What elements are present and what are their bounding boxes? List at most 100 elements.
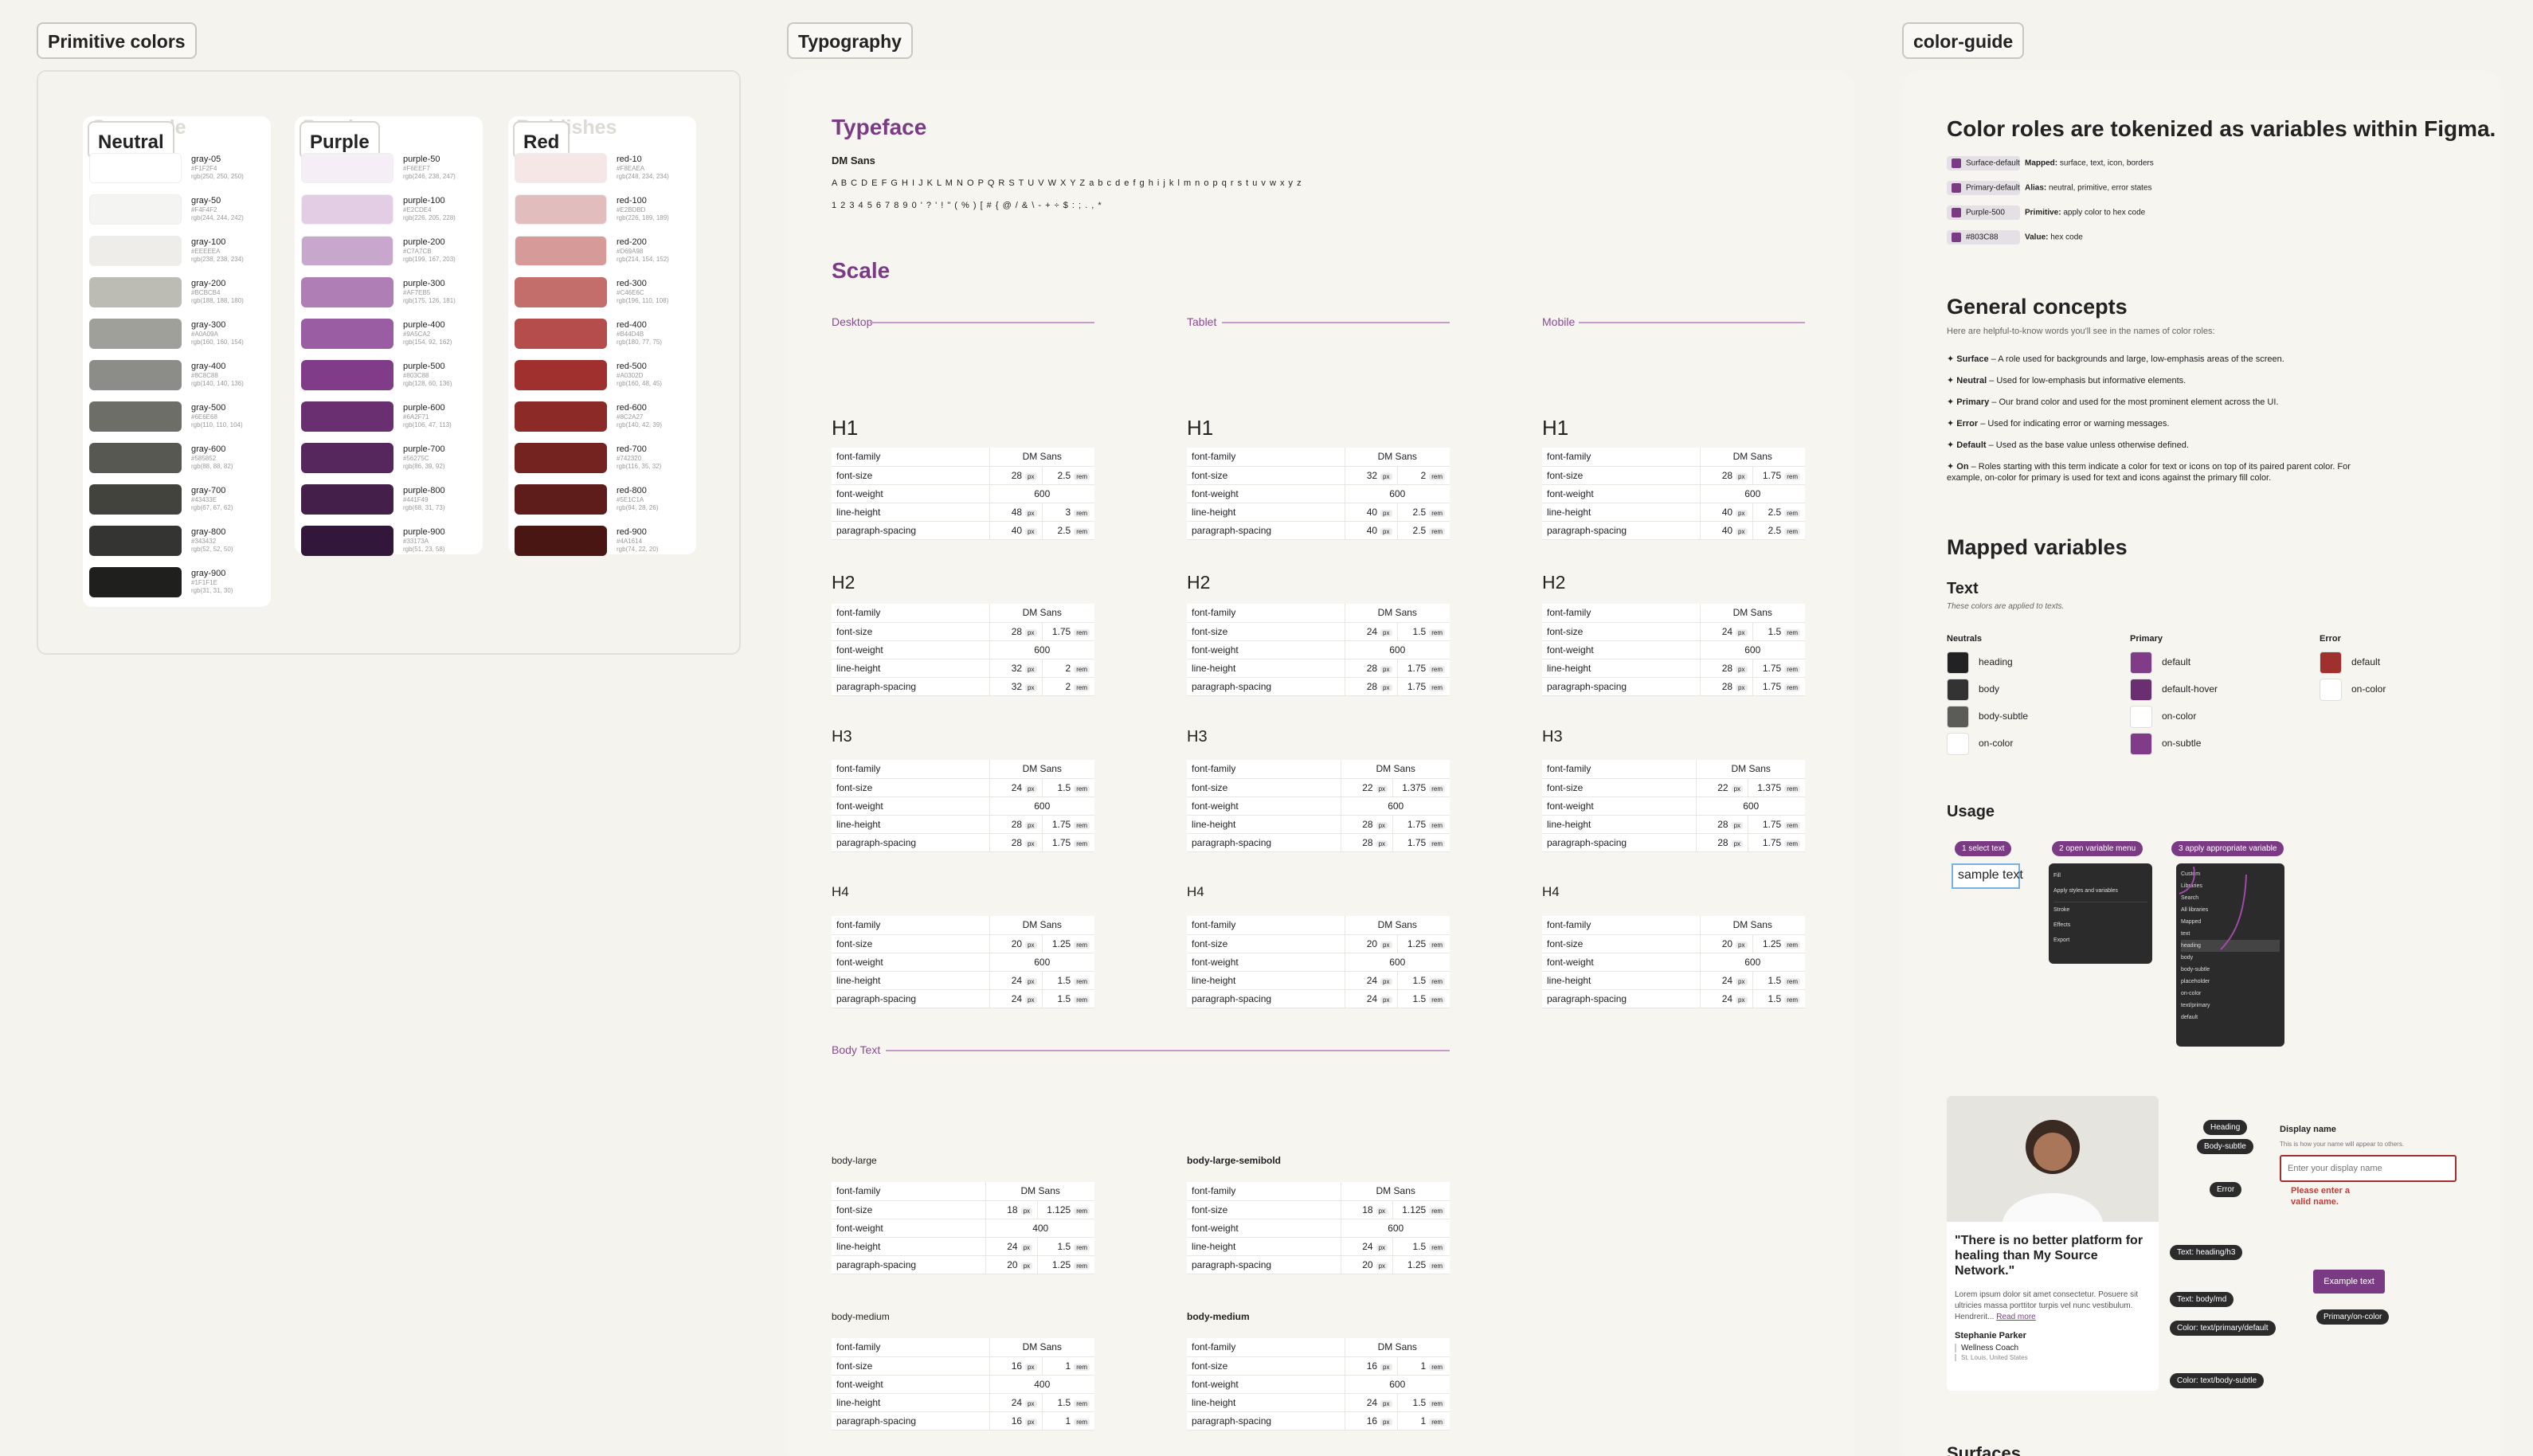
spec-px: 24 px [989, 971, 1043, 990]
unit-px: px [1376, 1243, 1388, 1251]
spec-key: font-weight [1187, 796, 1342, 816]
frame-label-color-guide[interactable]: color-guide [1902, 22, 2025, 59]
spec-rem: 1.5 rem [1397, 622, 1450, 641]
spec-value: DM Sans [985, 1182, 1094, 1201]
alphabet-sample: A B C D E F G H I J K L M N O P Q R S T … [832, 178, 1302, 188]
body-style-label: body-large [832, 1155, 877, 1166]
color-swatch[interactable] [89, 194, 182, 225]
spec-key: font-size [1187, 934, 1345, 953]
color-swatch[interactable] [89, 319, 182, 349]
variable-name: on-color [2351, 683, 2386, 695]
spec-rem: 2 rem [1397, 466, 1450, 485]
variable-name: default [2351, 656, 2381, 668]
color-swatch[interactable] [89, 443, 182, 473]
unit-rem: rem [1784, 628, 1800, 636]
frame-label-typography[interactable]: Typography [787, 22, 913, 59]
swatch-label: purple-800 #441F49 rgb(68, 31, 73) [403, 485, 445, 512]
color-swatch[interactable] [515, 236, 607, 266]
annotation-chip: Color: text/body-subtle [2170, 1373, 2265, 1388]
legend-desc: neutral, primitive, error states [2046, 183, 2152, 193]
swatch-name: gray-500 [191, 403, 226, 413]
spec-px: 40 px [1700, 521, 1753, 540]
example-button[interactable]: Example text [2313, 1270, 2385, 1294]
color-swatch[interactable] [515, 484, 607, 515]
step-2-chip: 2 open variable menu [2052, 841, 2143, 856]
color-swatch[interactable] [301, 401, 393, 432]
variable-name: heading [1979, 656, 2013, 668]
unit-px: px [1025, 628, 1037, 636]
swatch-rgb: rgb(140, 42, 39) [617, 421, 662, 429]
color-swatch[interactable] [301, 526, 393, 556]
legend-tag-text: Primary-default [1966, 183, 2020, 193]
color-swatch[interactable] [301, 236, 393, 266]
fill-menu-panel[interactable]: Fill Apply styles and variables Stroke Effe… [2049, 863, 2152, 964]
swatch-rgb: rgb(52, 52, 50) [191, 546, 233, 553]
color-swatch[interactable] [301, 360, 393, 390]
frame-label-primitive-colors[interactable]: Primitive colors [37, 22, 197, 59]
heading-level-label: H4 [832, 884, 849, 899]
menu-item[interactable]: Fill [2053, 868, 2147, 883]
unit-px: px [1736, 941, 1748, 949]
spec-px: 28 px [1700, 466, 1753, 485]
menu-item[interactable]: body-subtle [2181, 964, 2280, 976]
menu-item[interactable]: placeholder [2181, 976, 2280, 988]
color-swatch[interactable] [301, 277, 393, 307]
menu-item[interactable]: Effects [2053, 918, 2147, 933]
menu-item[interactable]: Stroke [2053, 902, 2147, 918]
sample-text-selection[interactable]: sample text [1952, 863, 2023, 889]
col-mobile-label: Mobile [1542, 315, 1576, 328]
color-swatch[interactable] [301, 319, 393, 349]
spec-value: 600 [1700, 484, 1805, 503]
menu-item[interactable]: Export [2053, 933, 2147, 948]
color-swatch[interactable] [89, 526, 182, 556]
spec-value: DM Sans [989, 1338, 1094, 1357]
spec-px: 24 px [1345, 622, 1398, 641]
spec-rem: 1.75 rem [1397, 659, 1450, 678]
spec-key: font-weight [1187, 484, 1345, 503]
spec-rem: 2.5 rem [1042, 521, 1094, 540]
swatch-rgb: rgb(246, 238, 247) [403, 173, 456, 180]
color-swatch[interactable] [301, 443, 393, 473]
color-swatch[interactable] [515, 153, 607, 183]
color-swatch[interactable] [515, 277, 607, 307]
color-swatch[interactable] [515, 526, 607, 556]
color-swatch[interactable] [89, 484, 182, 515]
color-chip [1947, 652, 1969, 674]
swatch-name: red-300 [617, 279, 647, 288]
color-swatch[interactable] [301, 153, 393, 183]
color-swatch[interactable] [89, 277, 182, 307]
menu-item[interactable]: Apply styles and variables [2053, 883, 2147, 902]
color-swatch[interactable] [515, 194, 607, 225]
swatch-label: gray-600 #585852 rgb(88, 88, 82) [191, 444, 233, 471]
menu-item[interactable]: default [2181, 1012, 2280, 1024]
color-swatch[interactable] [89, 236, 182, 266]
unit-rem: rem [1429, 1243, 1445, 1251]
color-swatch[interactable] [89, 153, 182, 183]
display-name-input[interactable] [2280, 1155, 2457, 1182]
unit-px: px [1025, 785, 1037, 793]
concept-desc: – Used for indicating error or warning m… [1978, 419, 2170, 429]
color-swatch[interactable] [515, 360, 607, 390]
color-swatch[interactable] [301, 484, 393, 515]
read-more-link[interactable]: Read more [1996, 1313, 2035, 1321]
menu-item[interactable]: on-color [2181, 988, 2280, 1000]
spec-key: paragraph-spacing [832, 1411, 990, 1431]
swatch-rgb: rgb(175, 126, 181) [403, 297, 456, 304]
spec-px: 32 px [989, 659, 1043, 678]
color-swatch[interactable] [515, 319, 607, 349]
color-swatch[interactable] [89, 360, 182, 390]
spec-key: font-family [1187, 760, 1342, 779]
spec-px: 28 px [989, 622, 1043, 641]
color-swatch[interactable] [515, 401, 607, 432]
spec-rem: 2 rem [1042, 677, 1094, 696]
color-swatch[interactable] [89, 567, 182, 597]
type-spec-table: font-family DM Sans font-size 20 px 1.25 rem fo… [1187, 916, 1450, 1008]
color-swatch[interactable] [89, 401, 182, 432]
type-spec-table: font-family DM Sans font-size 24 px 1.5 rem fon… [1187, 604, 1450, 696]
color-swatch[interactable] [301, 194, 393, 225]
spec-key: font-size [832, 1356, 990, 1376]
swatch-rgb: rgb(86, 39, 92) [403, 463, 445, 470]
menu-item[interactable]: text/primary [2181, 1000, 2280, 1012]
spec-key: paragraph-spacing [1187, 989, 1345, 1008]
color-swatch[interactable] [515, 443, 607, 473]
